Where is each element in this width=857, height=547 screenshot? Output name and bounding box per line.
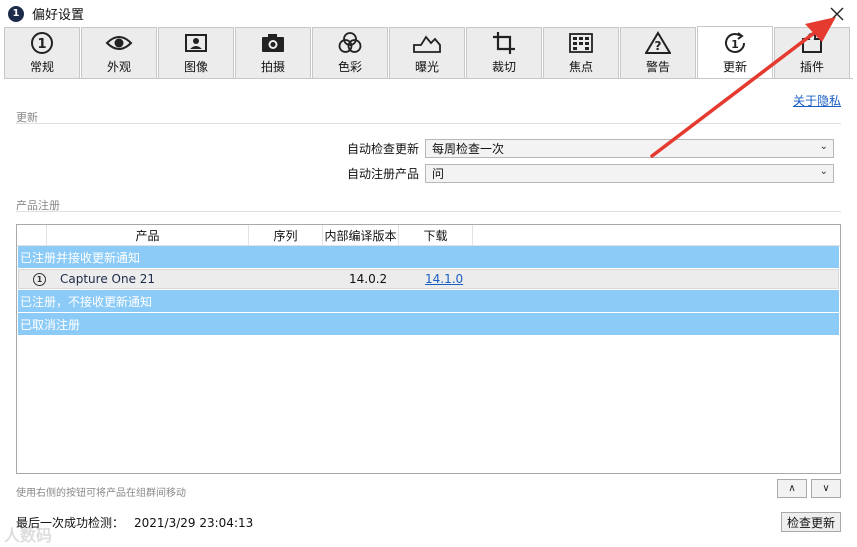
product-table: 产品 序列 内部编译版本 下载 已注册并接收更新通知 1 Capture One… [16,224,841,474]
auto-register-label: 自动注册产品 [346,167,419,181]
auto-check-row: 自动检查更新 每周检查一次 ⌄ [300,139,834,158]
auto-check-label: 自动检查更新 [346,142,419,156]
tab-label: 图像 [183,60,208,74]
check-updates-button[interactable]: 检查更新 [781,512,841,532]
tab-label: 裁切 [491,60,516,74]
tab-update[interactable]: 1 更新 [697,26,773,78]
tab-label: 外观 [106,60,131,74]
close-button[interactable] [817,0,857,27]
close-icon [830,7,844,20]
puzzle-icon [800,30,824,56]
auto-check-value: 每周检查一次 [432,142,505,156]
svg-text:1: 1 [37,37,46,52]
group-row-no-notify[interactable]: 已注册，不接收更新通知 [18,290,839,312]
exposure-icon [413,30,441,56]
focus-grid-icon [569,30,593,56]
crop-icon [492,30,516,56]
tab-label: 曝光 [414,60,439,74]
move-up-button[interactable]: ∧ [777,479,807,498]
auto-register-select[interactable]: 问 ⌄ [425,164,834,183]
section-divider [16,123,841,124]
tab-image[interactable]: 图像 [158,27,234,78]
camera-icon [261,30,285,56]
column-header-product[interactable]: 产品 [47,225,249,245]
title-bar: 1 偏好设置 [0,0,857,27]
tab-focus[interactable]: 焦点 [543,27,619,78]
image-icon [185,30,207,56]
watermark-text: 人数码 [4,526,53,545]
tab-crop[interactable]: 裁切 [466,27,542,78]
tab-plugins[interactable]: 插件 [774,27,850,78]
capture-one-icon: 1 [33,272,46,286]
move-down-button[interactable]: ∨ [811,479,841,498]
column-header-serial[interactable]: 序列 [249,225,323,245]
svg-text:?: ? [655,39,662,53]
group-row-registered[interactable]: 已注册并接收更新通知 [18,246,839,268]
last-check-date: 2021/3/29 23:04:13 [134,516,254,530]
tab-label: 焦点 [568,60,593,74]
chevron-down-icon: ⌄ [819,141,828,152]
tab-strip: 1 常规 外观 图像 拍摄 色彩 曝光 裁切 焦点 ? 警告 1 更新 插件 [4,26,853,79]
tab-appearance[interactable]: 外观 [81,27,157,78]
section-divider [16,211,841,212]
tab-label: 色彩 [337,60,362,74]
tab-warning[interactable]: ? 警告 [620,27,696,78]
warning-icon: ? [645,30,671,56]
app-logo-icon: 1 [8,5,24,22]
tab-label: 更新 [722,60,747,74]
tab-capture[interactable]: 拍摄 [235,27,311,78]
eye-icon [105,30,133,56]
auto-register-row: 自动注册产品 问 ⌄ [300,164,834,183]
product-build: 14.0.2 [349,272,388,286]
color-circles-icon [337,30,363,56]
auto-register-value: 问 [432,167,445,181]
download-link[interactable]: 14.1.0 [425,272,463,286]
privacy-link[interactable]: 关于隐私 [793,92,841,109]
table-row[interactable]: 1 Capture One 21 14.0.2 14.1.0 [18,269,839,289]
window-title: 偏好设置 [32,8,85,23]
column-header-build[interactable]: 内部编译版本 [323,225,399,245]
tab-exposure[interactable]: 曝光 [389,27,465,78]
chevron-down-icon: ⌄ [819,166,828,177]
tab-label: 插件 [799,60,824,74]
table-header: 产品 序列 内部编译版本 下载 [17,225,840,246]
svg-text:1: 1 [731,38,739,51]
tab-label: 常规 [29,60,54,74]
group-row-unregistered[interactable]: 已取消注册 [18,313,839,335]
auto-check-select[interactable]: 每周检查一次 ⌄ [425,139,834,158]
move-hint: 使用右侧的按钮可将产品在组群间移动 [16,488,186,499]
tab-label: 警告 [645,60,670,74]
product-name: Capture One 21 [60,272,156,286]
tab-color[interactable]: 色彩 [312,27,388,78]
info-circle-icon: 1 [30,30,54,56]
column-header-download[interactable]: 下载 [399,225,473,245]
tab-label: 拍摄 [260,60,285,74]
update-icon: 1 [723,30,747,56]
tab-general[interactable]: 1 常规 [4,27,80,78]
column-header-icon [17,225,47,245]
